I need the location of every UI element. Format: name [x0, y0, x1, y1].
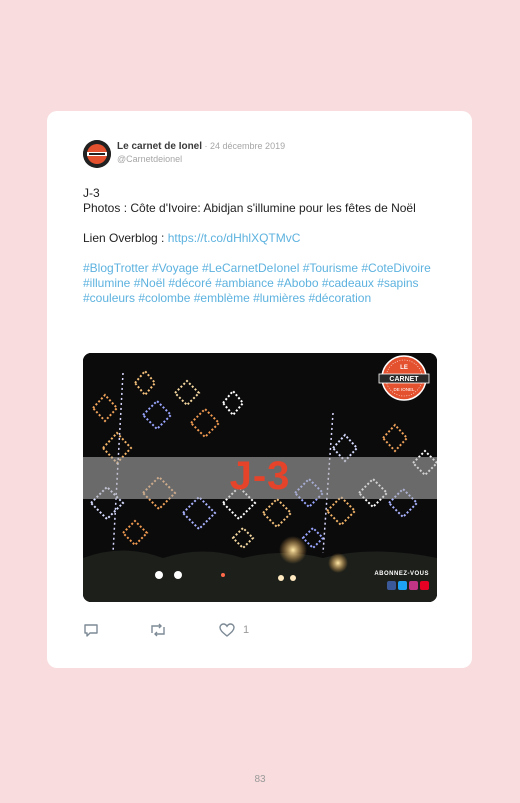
- subscribe-label: ABONNEZ-VOUS: [374, 571, 429, 577]
- twitter-icon: [398, 581, 407, 590]
- instagram-icon: [409, 581, 418, 590]
- tweet-photo[interactable]: J-3 LE CARNET DE IONEL ABONNEZ-VOUS: [83, 353, 437, 602]
- tweet-link[interactable]: https://t.co/dHhlXQTMvC: [168, 231, 301, 245]
- overlay-text: J-3: [229, 454, 291, 498]
- tweet-line-2: Photos : Côte d'Ivoire: Abidjan s'illumi…: [83, 201, 416, 215]
- logo-text-bottom: DE IONEL: [393, 387, 415, 392]
- tweet-line-1: J-3: [83, 186, 100, 200]
- pinterest-icon: [420, 581, 429, 590]
- logo-text-top: LE: [400, 365, 408, 371]
- tweet-card: Le carnet de Ionel · 24 décembre 2019 @C…: [47, 111, 472, 668]
- brand-logo: LE CARNET DE IONEL: [377, 355, 431, 401]
- tweet-text: J-3 Photos : Côte d'Ivoire: Abidjan s'il…: [83, 186, 433, 306]
- facebook-icon: [387, 581, 396, 590]
- retweet-icon[interactable]: [149, 622, 167, 643]
- author-name[interactable]: Le carnet de Ionel: [117, 141, 202, 152]
- logo-text-main: CARNET: [389, 376, 419, 383]
- link-label: Lien Overblog :: [83, 231, 168, 245]
- tweet-date[interactable]: · 24 décembre 2019: [202, 141, 286, 151]
- page-number: 83: [254, 774, 266, 785]
- author-handle[interactable]: @Carnetdeionel: [117, 154, 182, 164]
- social-icons: [387, 581, 429, 590]
- author-line: Le carnet de Ionel · 24 décembre 2019: [117, 141, 285, 152]
- like-count: 1: [243, 624, 250, 636]
- tweet-link-line: Lien Overblog : https://t.co/dHhlXQTMvC: [83, 231, 433, 246]
- like-icon[interactable]: [219, 622, 235, 643]
- tweet-actions: 1: [83, 622, 443, 642]
- reply-icon[interactable]: [83, 622, 99, 643]
- hashtags[interactable]: #BlogTrotter #Voyage #LeCarnetDeIonel #T…: [83, 261, 433, 306]
- avatar[interactable]: [83, 140, 111, 168]
